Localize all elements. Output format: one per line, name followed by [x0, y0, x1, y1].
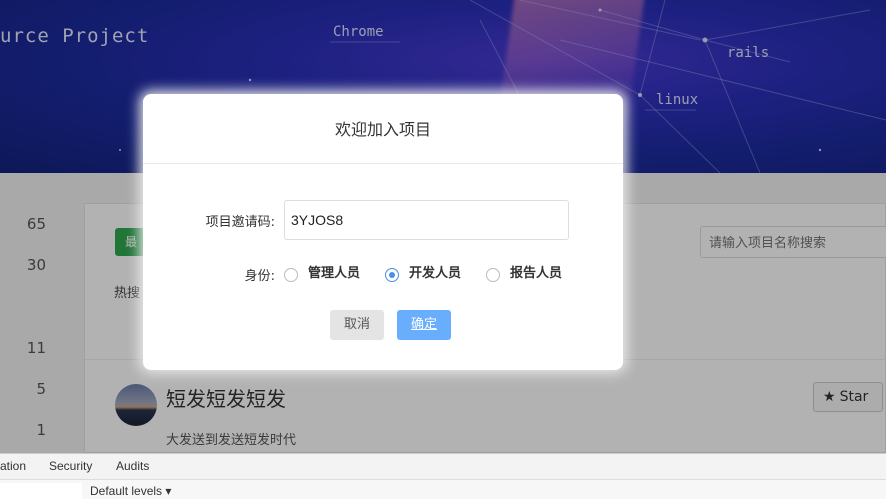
invite-code-input[interactable] — [284, 200, 569, 240]
dialog-title: 欢迎加入项目 — [143, 94, 623, 164]
log-levels-dropdown[interactable]: Default levels ▾ — [90, 484, 171, 498]
role-option-label: 管理人员 — [308, 266, 361, 281]
confirm-button[interactable]: 确定 — [397, 310, 451, 340]
radio-circle-icon — [284, 268, 298, 282]
join-project-dialog: 欢迎加入项目 项目邀请码: 身份: 管理人员 开发人员 报告人员 取消 确定 — [143, 94, 623, 370]
devtools-tab-application[interactable]: ation — [0, 459, 26, 473]
devtools-tab-security[interactable]: Security — [49, 459, 92, 473]
role-option-label: 开发人员 — [409, 266, 462, 281]
devtools-panel: ation Security Audits Default levels ▾ — [0, 453, 886, 499]
radio-checked-icon — [385, 268, 399, 282]
console-filter-input[interactable] — [0, 483, 82, 499]
devtools-console-toolbar: Default levels ▾ — [0, 479, 886, 499]
radio-circle-icon — [486, 268, 500, 282]
devtools-tab-audits[interactable]: Audits — [116, 459, 149, 473]
cancel-button[interactable]: 取消 — [330, 310, 384, 340]
invite-code-label: 项目邀请码: — [205, 215, 275, 230]
role-label: 身份: — [244, 269, 275, 284]
role-option-label: 报告人员 — [510, 266, 563, 281]
